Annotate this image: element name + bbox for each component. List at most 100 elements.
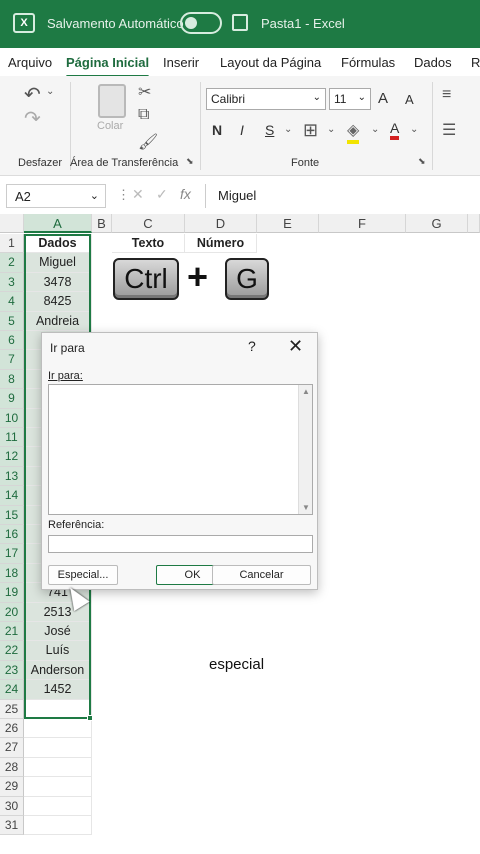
autosave-toggle[interactable] — [180, 12, 222, 34]
row-header[interactable]: 31 — [0, 816, 24, 836]
column-header-h[interactable] — [468, 214, 480, 233]
cancel-button[interactable]: Cancelar — [212, 565, 311, 585]
row-header[interactable]: 30 — [0, 796, 24, 816]
row-header[interactable]: 4 — [0, 292, 24, 312]
dialog-launcher-icon[interactable]: ⬊ — [418, 156, 426, 167]
dialog-launcher-icon[interactable]: ⬊ — [186, 156, 194, 167]
row-header[interactable]: 15 — [0, 505, 24, 525]
row-header[interactable]: 22 — [0, 641, 24, 661]
fill-color-icon[interactable]: ◈ — [347, 120, 360, 144]
row-header[interactable]: 10 — [0, 408, 24, 428]
italic-button[interactable]: I — [240, 122, 244, 138]
column-header-a[interactable]: A — [24, 214, 92, 233]
align-top-icon[interactable]: ≡ — [442, 86, 451, 104]
cell-c1[interactable]: Texto — [112, 234, 185, 254]
font-color-button[interactable]: A — [390, 120, 400, 140]
row-header[interactable]: 1 — [0, 234, 24, 254]
row-header[interactable]: 29 — [0, 777, 24, 797]
fill-handle[interactable] — [87, 715, 93, 721]
row-header[interactable]: 28 — [0, 757, 24, 778]
borders-icon[interactable]: ⊞ — [303, 120, 318, 141]
goto-list[interactable]: ▲ ▼ — [48, 384, 313, 515]
column-header-e[interactable]: E — [257, 214, 319, 233]
column-header-f[interactable]: F — [319, 214, 406, 233]
chevron-down-icon: ⌄ — [89, 190, 99, 202]
row-header[interactable]: 6 — [0, 331, 24, 351]
row-header[interactable]: 11 — [0, 428, 24, 448]
special-button[interactable]: Especial... — [48, 565, 118, 585]
check-icon[interactable]: ✓ — [156, 186, 168, 203]
row-header[interactable]: 8 — [0, 369, 24, 390]
row-header[interactable]: 20 — [0, 602, 24, 622]
name-box[interactable]: A2 ⌄ — [6, 184, 106, 208]
save-icon[interactable] — [232, 14, 248, 31]
row-header[interactable]: 21 — [0, 622, 24, 642]
row-header[interactable]: 9 — [0, 389, 24, 409]
row-header[interactable]: 25 — [0, 699, 24, 719]
underline-button[interactable]: S — [265, 122, 274, 138]
cut-icon[interactable]: ✂ — [138, 82, 151, 102]
scroll-down-icon[interactable]: ▼ — [302, 503, 310, 512]
redo-icon[interactable]: ↷ — [24, 106, 41, 131]
tab-arquivo[interactable]: Arquivo — [8, 55, 52, 70]
formula-input[interactable]: Miguel — [205, 184, 480, 208]
format-painter-icon[interactable]: 🖌 — [138, 132, 158, 152]
cancel-icon[interactable]: ✕ — [132, 186, 144, 203]
chevron-down-icon[interactable]: ⌄ — [46, 86, 54, 97]
cell-d1[interactable]: Número — [185, 234, 257, 254]
list-scrollbar[interactable]: ▲ ▼ — [298, 385, 312, 514]
row-header[interactable]: 27 — [0, 738, 24, 758]
row-header[interactable]: 17 — [0, 544, 24, 564]
column-header-d[interactable]: D — [185, 214, 257, 233]
chevron-down-icon[interactable]: ⌄ — [371, 124, 379, 135]
scroll-up-icon[interactable]: ▲ — [302, 387, 310, 396]
font-name-select[interactable]: Calibri ⌄ — [206, 88, 326, 110]
column-header-g[interactable]: G — [406, 214, 468, 233]
fx-icon[interactable]: fx — [180, 186, 191, 202]
tab-pagina-inicial[interactable]: Página Inicial — [66, 55, 150, 78]
tab-formulas[interactable]: Fórmulas — [341, 55, 395, 70]
shrink-font-button[interactable]: A — [405, 92, 414, 107]
row-header[interactable]: 14 — [0, 486, 24, 506]
copy-icon[interactable]: ⧉ — [138, 106, 149, 124]
row-header[interactable]: 18 — [0, 563, 24, 584]
close-icon[interactable]: ✕ — [288, 336, 303, 357]
help-icon[interactable]: ? — [248, 338, 256, 354]
column-header-b[interactable]: B — [92, 214, 112, 233]
row-header[interactable]: 13 — [0, 466, 24, 487]
row-header[interactable]: 7 — [0, 350, 24, 370]
chevron-down-icon[interactable]: ⌄ — [327, 124, 335, 135]
tab-layout[interactable]: Layout da Página — [220, 55, 321, 70]
tab-dados[interactable]: Dados — [414, 55, 452, 70]
paste-label[interactable]: Colar — [97, 120, 123, 132]
row-header[interactable]: 26 — [0, 719, 24, 739]
bold-button[interactable]: N — [212, 122, 222, 138]
column-header-c[interactable]: C — [112, 214, 185, 233]
tab-inserir[interactable]: Inserir — [163, 55, 199, 70]
reference-input[interactable] — [48, 535, 313, 553]
grow-font-button[interactable]: A — [378, 90, 388, 107]
row-header[interactable]: 12 — [0, 447, 24, 467]
cell-a30[interactable] — [24, 796, 92, 816]
cell-a28[interactable] — [24, 757, 92, 778]
cell-a31[interactable] — [24, 816, 92, 836]
cell-a29[interactable] — [24, 777, 92, 797]
row-header[interactable]: 2 — [0, 253, 24, 273]
file-name: Pasta1 - Excel — [261, 16, 345, 31]
chevron-down-icon[interactable]: ⌄ — [410, 124, 418, 135]
row-header[interactable]: 23 — [0, 660, 24, 681]
chevron-down-icon[interactable]: ⌄ — [284, 124, 292, 135]
row-header[interactable]: 5 — [0, 311, 24, 331]
cell-a26[interactable] — [24, 719, 92, 739]
row-header[interactable]: 16 — [0, 525, 24, 545]
row-header[interactable]: 19 — [0, 583, 24, 603]
align-left-icon[interactable]: ☰ — [442, 120, 456, 140]
row-header[interactable]: 24 — [0, 680, 24, 700]
font-size-select[interactable]: 11 ⌄ — [329, 88, 371, 110]
tab-revisao[interactable]: R — [471, 55, 480, 70]
paste-icon[interactable] — [98, 84, 126, 118]
undo-icon[interactable]: ↶ — [24, 82, 41, 107]
select-all-corner[interactable] — [0, 214, 24, 233]
cell-a27[interactable] — [24, 738, 92, 758]
row-header[interactable]: 3 — [0, 272, 24, 293]
